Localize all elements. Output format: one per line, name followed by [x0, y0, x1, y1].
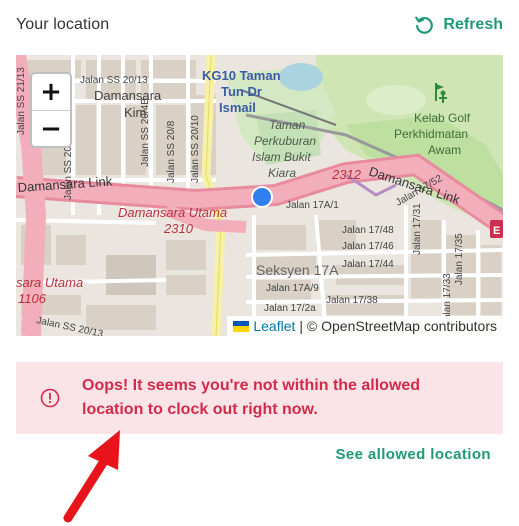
red-arrow-annotation [63, 430, 120, 523]
